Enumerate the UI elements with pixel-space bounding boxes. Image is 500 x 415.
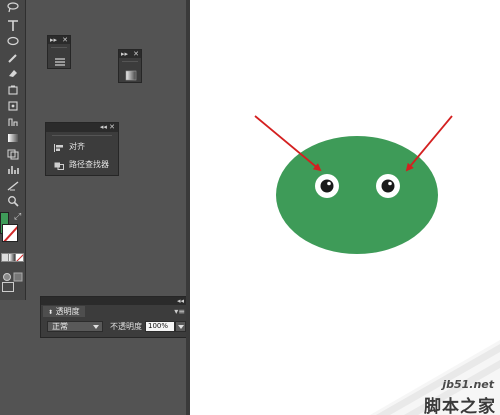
workspace: ⤢ ▸▸ ✕ ▸▸ ✕ ◂◂ ✕ 对齐 路径查找器 ◂◂ ⬍ 透明度 ▾≡ 正常… — [0, 0, 500, 415]
opacity-dropdown-button[interactable] — [175, 321, 186, 332]
expand-icon[interactable]: ◂◂ — [100, 123, 107, 131]
align-pathfinder-panel: ◂◂ ✕ 对齐 路径查找器 — [45, 122, 119, 176]
panel-header[interactable]: ◂◂ ✕ — [46, 123, 118, 132]
screen-mode-icon[interactable] — [2, 282, 14, 292]
gradient-panel-icon[interactable] — [125, 66, 137, 85]
panel-item-label: 路径查找器 — [69, 160, 109, 169]
tab-arrows-icon: ⬍ — [48, 309, 54, 316]
panel-grip — [122, 59, 138, 62]
close-icon[interactable]: ✕ — [133, 50, 139, 58]
panel-header[interactable]: ▸▸ ✕ — [119, 50, 141, 58]
opacity-label: 不透明度 — [110, 322, 142, 331]
tab-transparency[interactable]: ⬍ 透明度 — [43, 306, 85, 317]
panel-item-align[interactable]: 对齐 — [54, 140, 118, 154]
panel-grip — [52, 133, 112, 136]
collapsed-panel-stroke: ▸▸ ✕ — [47, 35, 71, 69]
left-eye[interactable] — [315, 174, 339, 198]
close-icon[interactable]: ✕ — [62, 36, 68, 44]
panel-item-label: 对齐 — [69, 142, 85, 151]
right-red-arrow — [405, 115, 453, 172]
left-red-arrow — [254, 115, 322, 172]
transparency-panel: ◂◂ ⬍ 透明度 ▾≡ 正常 不透明度 100% — [40, 296, 189, 338]
watermark: jb51.net 脚本之家 — [370, 340, 500, 415]
pathfinder-icon — [54, 161, 64, 170]
stroke-panel-icon[interactable] — [54, 52, 66, 71]
collapse-icon[interactable]: ◂◂ — [177, 297, 184, 305]
expand-icon[interactable]: ▸▸ — [121, 50, 128, 58]
blend-mode-value: 正常 — [52, 322, 68, 331]
slice-tool-icon[interactable] — [5, 180, 21, 193]
align-icon — [54, 143, 64, 152]
stroke-color-swatch[interactable] — [2, 224, 18, 242]
panel-header[interactable]: ▸▸ ✕ — [48, 36, 70, 44]
watermark-brand: 脚本之家 — [424, 397, 496, 415]
panel-grip — [51, 45, 67, 48]
tab-label: 透明度 — [55, 307, 80, 316]
lasso-tool-icon[interactable] — [5, 2, 21, 15]
zoom-tool-icon[interactable] — [5, 195, 21, 208]
graph-tool-icon[interactable] — [5, 164, 21, 177]
shape-builder-tool-icon[interactable] — [5, 116, 21, 129]
panel-item-pathfinder[interactable]: 路径查找器 — [54, 158, 118, 172]
eraser-tool-icon[interactable] — [5, 67, 21, 80]
width-tool-icon[interactable] — [5, 100, 21, 113]
none-mode-button[interactable] — [15, 253, 24, 262]
watermark-site: jb51.net — [442, 378, 494, 391]
expand-icon[interactable]: ▸▸ — [50, 36, 57, 44]
type-tool-icon[interactable] — [5, 20, 21, 33]
blend-mode-select[interactable]: 正常 — [47, 321, 103, 332]
collapsed-panel-gradient: ▸▸ ✕ — [118, 49, 142, 83]
mesh-tool-icon[interactable] — [5, 148, 21, 161]
chevron-down-icon — [93, 325, 99, 329]
right-eye[interactable] — [376, 174, 400, 198]
ellipse-tool-icon[interactable] — [5, 36, 21, 49]
gradient-tool-icon[interactable] — [5, 132, 21, 145]
draw-mode-icon[interactable] — [2, 267, 24, 282]
tools-panel: ⤢ — [0, 0, 26, 300]
opacity-input[interactable]: 100% — [145, 321, 175, 332]
panel-header[interactable]: ◂◂ — [41, 297, 188, 305]
paintbrush-tool-icon[interactable] — [5, 52, 21, 65]
rotate-tool-icon[interactable] — [5, 84, 21, 97]
swap-colors-icon[interactable]: ⤢ — [14, 212, 21, 222]
close-icon[interactable]: ✕ — [109, 123, 115, 131]
panel-menu-icon[interactable]: ▾≡ — [174, 307, 185, 316]
